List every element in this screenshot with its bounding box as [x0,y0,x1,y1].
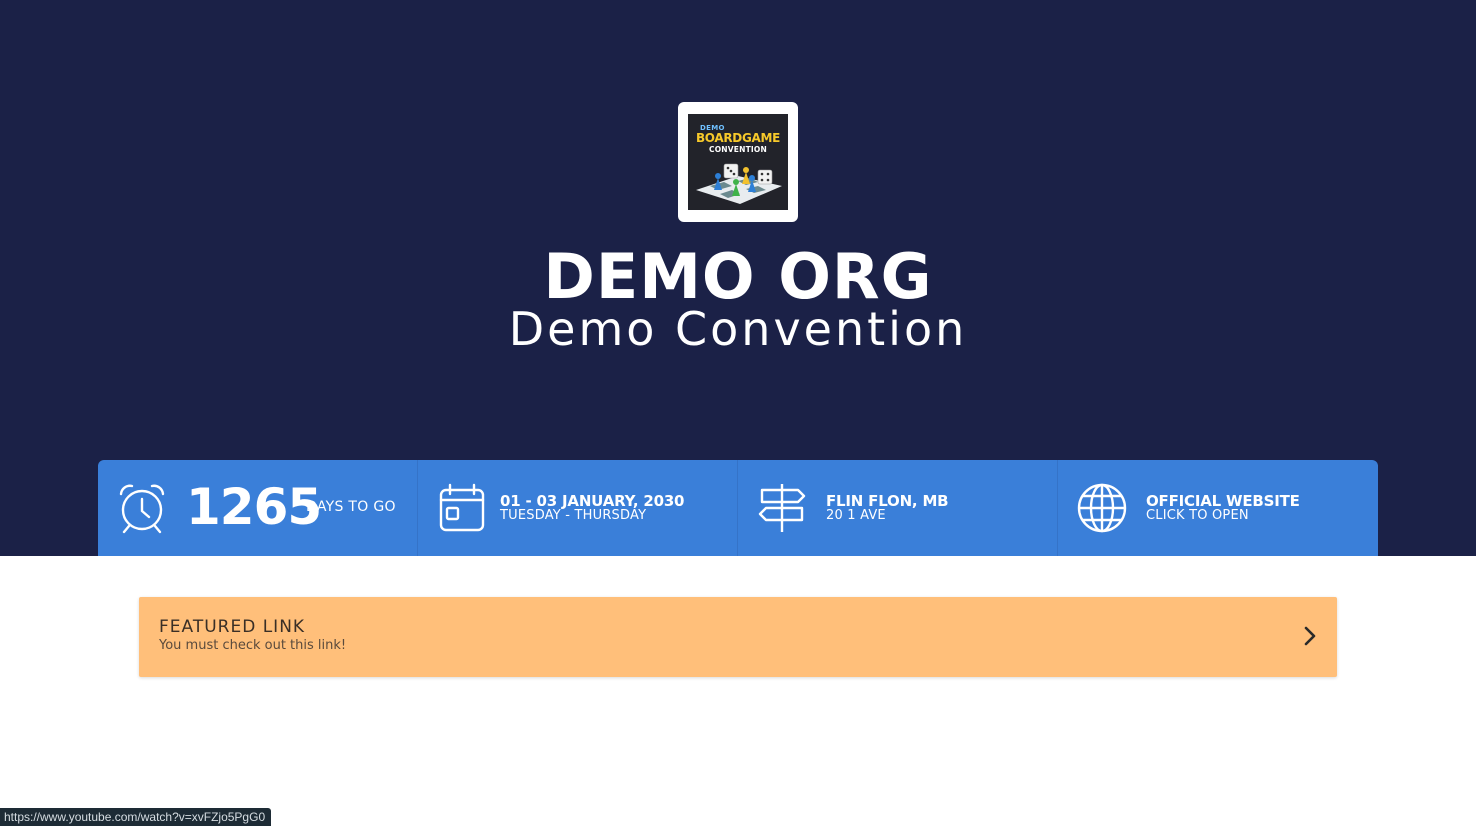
featured-link-title: FEATURED LINK [159,617,306,637]
website-cell[interactable]: OFFICIAL WEBSITE CLICK TO OPEN [1058,460,1378,556]
convention-logo: DEMO BOARDGAME CONVENTION [678,102,798,222]
convention-title: Demo Convention [508,302,968,356]
status-bar-url: https://www.youtube.com/watch?v=xvFZjo5P… [0,808,272,826]
chevron-right-icon [1304,626,1316,646]
info-bar: 1265 DAYS TO GO 01 - 03 JANUARY, 2030 TU… [98,460,1378,556]
days-label: DAYS TO GO [306,499,396,515]
countdown-cell: 1265 DAYS TO GO [98,460,418,556]
featured-link-card[interactable]: FEATURED LINK You must check out this li… [139,597,1337,677]
featured-link-subtitle: You must check out this link! [159,638,347,653]
logo-title-text: BOARDGAME [695,131,781,145]
logo-subtitle-text: CONVENTION [709,145,767,154]
globe-icon [1077,483,1127,533]
date-weekdays: TUESDAY - THURSDAY [500,508,647,523]
boardgame-art-icon [696,163,782,204]
calendar-icon [439,483,485,532]
location-cell[interactable]: FLIN FLON, MB 20 1 AVE [738,460,1058,556]
alarm-clock-icon [119,484,165,534]
location-address: 20 1 AVE [826,508,886,523]
dates-cell: 01 - 03 JANUARY, 2030 TUESDAY - THURSDAY [418,460,738,556]
signpost-icon [758,484,806,532]
days-count: 1265 [186,478,322,536]
website-action: CLICK TO OPEN [1146,508,1249,523]
